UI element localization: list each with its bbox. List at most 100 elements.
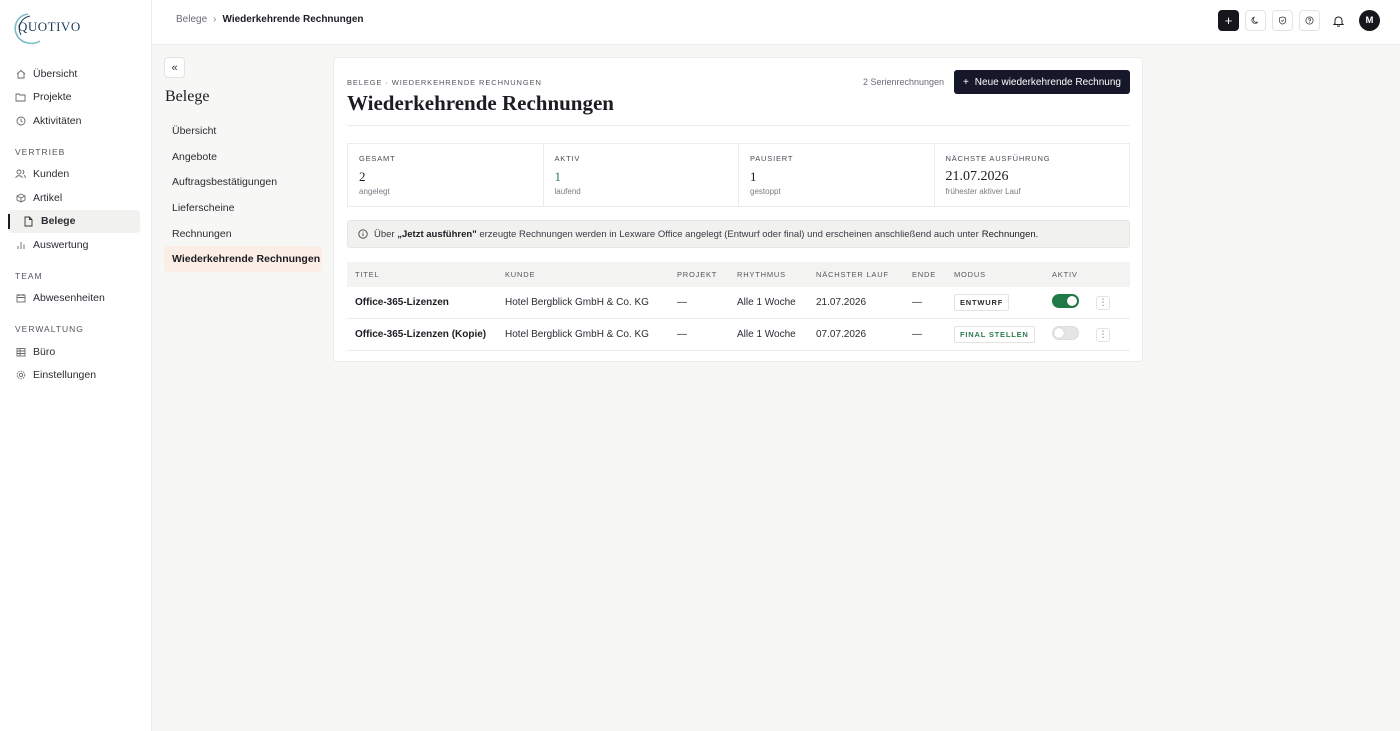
column-header-naechster-lauf[interactable]: NÄCHSTER LAUF <box>816 270 912 279</box>
cell-modus: ENTWURF <box>954 294 1052 311</box>
stat-gesamt: GESAMT 2 angelegt <box>348 144 544 206</box>
notifications-button[interactable] <box>1328 10 1349 31</box>
cell-titel[interactable]: Office-365-Lizenzen (Kopie) <box>347 329 505 340</box>
stat-aktiv: AKTIV 1 laufend <box>544 144 739 206</box>
subnav-title: Belege <box>165 88 210 105</box>
users-icon <box>15 169 26 180</box>
sidebar-item-label: Abwesenheiten <box>33 292 105 305</box>
row-menu-button[interactable]: ⋮ <box>1096 295 1110 310</box>
sidebar-item-label: Übersicht <box>33 67 78 80</box>
quotivo-logo[interactable]: QUOTIVO <box>10 10 90 46</box>
stat-value: 1 <box>750 169 757 184</box>
cell-aktiv <box>1052 326 1096 343</box>
info-prefix: Über <box>374 228 395 240</box>
help-button[interactable] <box>1299 10 1320 31</box>
stat-value: 2 <box>359 169 366 184</box>
help-icon <box>1305 16 1314 25</box>
cell-modus: FINAL STELLEN <box>954 326 1052 343</box>
stats-row: GESAMT 2 angelegt AKTIV 1 laufend PAUSIE… <box>347 143 1130 207</box>
shield-icon <box>1278 16 1287 25</box>
column-header-projekt[interactable]: PROJEKT <box>677 270 737 279</box>
subnav-item-auftragsbestaetigungen[interactable]: Auftragsbestätigungen <box>164 169 322 195</box>
column-header-aktiv[interactable]: AKTIV <box>1052 270 1096 279</box>
toggle-knob <box>1054 328 1064 338</box>
building-icon <box>15 346 26 357</box>
cell-rhythmus: Alle 1 Woche <box>737 329 796 340</box>
column-header-modus[interactable]: MODUS <box>954 270 1052 279</box>
sidebar-item-einstellungen[interactable]: Einstellungen <box>0 364 152 388</box>
bar-chart-icon <box>15 239 26 250</box>
sidebar: QUOTIVO Übersicht Projekte Aktivitäten V… <box>0 0 152 731</box>
section-label-vertrieb: VERTRIEB <box>15 146 66 157</box>
cell-titel[interactable]: Office-365-Lizenzen <box>347 297 505 308</box>
rechnungen-link[interactable]: Rechnungen. <box>982 229 1039 240</box>
stat-sub: frühester aktiver Lauf <box>945 187 1021 196</box>
row-menu-button[interactable]: ⋮ <box>1096 327 1110 342</box>
cell-actions: ⋮ <box>1096 327 1126 342</box>
moon-icon <box>1251 16 1259 24</box>
stat-pausiert: PAUSIERT 1 gestoppt <box>739 144 935 206</box>
table-row[interactable]: Office-365-Lizenzen Hotel Bergblick GmbH… <box>347 287 1130 319</box>
subnav-item-lieferscheine[interactable]: Lieferscheine <box>164 195 322 221</box>
new-recurring-invoice-button[interactable]: + Neue wiederkehrende Rechnung <box>953 70 1130 94</box>
sidebar-item-label: Büro <box>33 345 56 358</box>
table-row[interactable]: Office-365-Lizenzen (Kopie) Hotel Bergbl… <box>347 319 1130 351</box>
section-label-verwaltung: VERWALTUNG <box>15 324 84 334</box>
top-actions: + M <box>1218 10 1380 31</box>
stat-sub: angelegt <box>359 187 390 196</box>
bell-icon <box>1333 16 1344 27</box>
column-header-ende[interactable]: ENDE <box>912 270 954 279</box>
subnav-item-angebote[interactable]: Angebote <box>164 144 322 170</box>
sidebar-item-kunden[interactable]: Kunden <box>0 163 152 187</box>
cell-ende: — <box>912 297 922 308</box>
active-toggle[interactable] <box>1052 326 1079 340</box>
main-nav: Übersicht Projekte Aktivitäten VERTRIEB … <box>0 62 152 387</box>
quick-add-button[interactable]: + <box>1218 10 1239 31</box>
header-divider <box>347 125 1130 126</box>
more-vertical-icon: ⋮ <box>1098 297 1108 307</box>
clock-icon <box>15 115 26 126</box>
cell-projekt: — <box>677 297 687 308</box>
breadcrumb: Belege › Wiederkehrende Rechnungen <box>176 14 364 25</box>
recurring-invoices-table: TITEL KUNDE PROJEKT RHYTHMUS NÄCHSTER LA… <box>347 262 1130 351</box>
column-header-rhythmus[interactable]: RHYTHMUS <box>737 270 816 279</box>
page-eyebrow: BELEGE · WIEDERKEHRENDE RECHNUNGEN <box>347 78 542 87</box>
calendar-icon <box>15 293 26 304</box>
table-header: TITEL KUNDE PROJEKT RHYTHMUS NÄCHSTER LA… <box>347 262 1130 287</box>
series-count: 2 Serienrechnungen <box>862 77 944 87</box>
sidebar-item-belege[interactable]: Belege <box>8 209 140 233</box>
breadcrumb-separator: › <box>213 14 217 25</box>
double-chevron-left-icon: « <box>171 61 178 74</box>
cell-rhythmus: Alle 1 Woche <box>737 297 796 308</box>
sidebar-item-auswertung[interactable]: Auswertung <box>0 233 152 257</box>
subnav-item-wiederkehrende-rechnungen[interactable]: Wiederkehrende Rechnungen <box>164 246 322 273</box>
stat-sub: gestoppt <box>750 187 781 196</box>
sidebar-item-label: Einstellungen <box>33 369 97 382</box>
plus-icon: + <box>962 76 969 88</box>
subnav-item-rechnungen[interactable]: Rechnungen <box>164 221 322 247</box>
column-header-kunde[interactable]: KUNDE <box>505 270 677 279</box>
more-vertical-icon: ⋮ <box>1098 329 1108 339</box>
sidebar-item-uebersicht[interactable]: Übersicht <box>0 62 152 86</box>
top-bar: Belege › Wiederkehrende Rechnungen + M <box>152 0 1400 45</box>
user-avatar[interactable]: M <box>1359 10 1380 31</box>
folder-icon <box>15 92 26 103</box>
sidebar-item-aktivitaeten[interactable]: Aktivitäten <box>0 109 152 133</box>
sidebar-item-projekte[interactable]: Projekte <box>0 86 152 110</box>
page-title: Wiederkehrende Rechnungen <box>347 91 614 115</box>
cell-naechster-lauf: 07.07.2026 <box>816 329 867 340</box>
button-label: Neue wiederkehrende Rechnung <box>974 76 1121 88</box>
security-button[interactable] <box>1272 10 1293 31</box>
sidebar-item-artikel[interactable]: Artikel <box>0 186 152 210</box>
sidebar-item-abwesenheiten[interactable]: Abwesenheiten <box>0 287 152 311</box>
sidebar-item-label: Auswertung <box>33 238 89 251</box>
collapse-subnav-button[interactable]: « <box>164 57 185 78</box>
subnav-item-uebersicht[interactable]: Übersicht <box>164 118 322 144</box>
active-toggle[interactable] <box>1052 294 1079 308</box>
info-icon <box>358 229 368 239</box>
column-header-titel[interactable]: TITEL <box>347 270 505 279</box>
stat-label: AKTIV <box>554 154 581 163</box>
theme-toggle-button[interactable] <box>1245 10 1266 31</box>
sidebar-item-buero[interactable]: Büro <box>0 340 152 364</box>
breadcrumb-root[interactable]: Belege <box>176 14 207 25</box>
